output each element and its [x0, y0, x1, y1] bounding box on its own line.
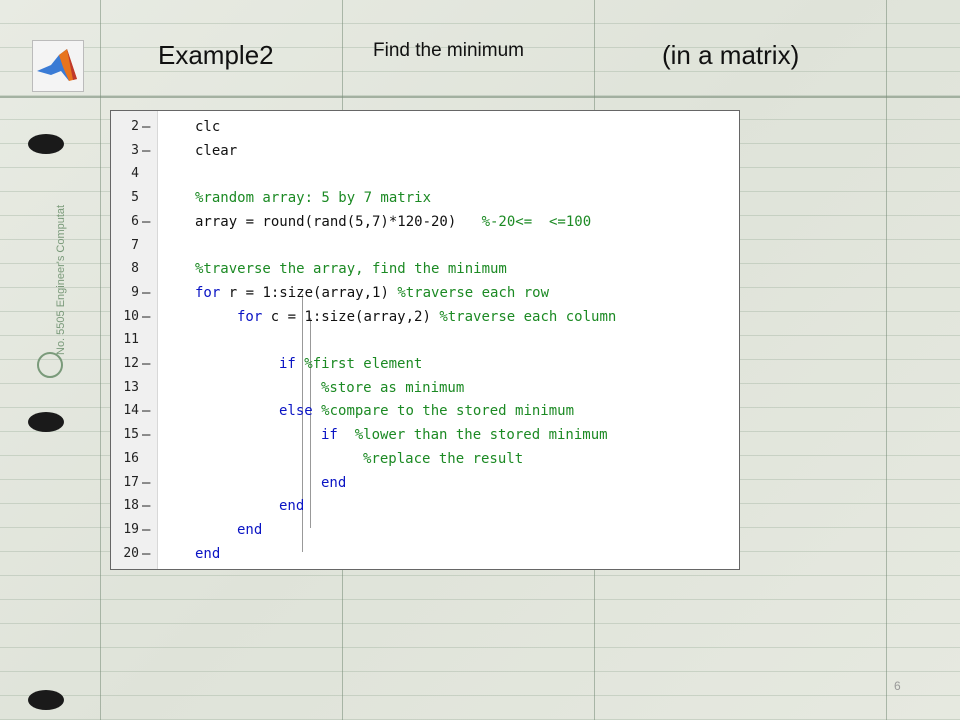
slide-subtitle: Find the minimum — [373, 40, 524, 61]
code-line: 19– end — [111, 518, 739, 542]
pad-brand-stamp: No. 5505 Engineer's Computation Pad — [30, 168, 90, 405]
header-rule — [0, 96, 960, 98]
code-text: if %first element — [279, 356, 423, 372]
code-line: 10– for c = 1:size(array,2) %traverse eac… — [111, 305, 739, 329]
line-number: 13 — [123, 379, 139, 395]
code-text: if %lower than the stored minimum — [321, 427, 608, 444]
line-number: 4 — [131, 166, 139, 182]
line-number: 19 — [123, 521, 139, 537]
line-number: 15 — [123, 427, 139, 443]
code-editor-screenshot: 2– clc 3– clear 4 5 %random array: 5 by 7 matr… — [110, 110, 740, 570]
breakpoint-marker[interactable]: – — [142, 115, 150, 139]
line-number: 5 — [131, 190, 139, 206]
breakpoint-marker[interactable]: – — [142, 352, 150, 376]
page-number: 6 — [894, 679, 901, 693]
margin-line — [100, 0, 101, 720]
breakpoint-marker[interactable]: – — [142, 518, 150, 542]
code-line: 15– if %lower than the stored minimum — [111, 423, 739, 447]
breakpoint-marker[interactable]: – — [142, 471, 150, 495]
line-number: 11 — [123, 332, 139, 348]
code-text: end — [279, 498, 305, 515]
breakpoint-marker[interactable]: – — [142, 542, 150, 566]
code-line: 2– clc — [111, 115, 739, 139]
line-number: 20 — [123, 545, 139, 561]
code-text: end — [321, 474, 347, 491]
code-text: array = round(rand(5,7)*120-20) %-20<= <… — [195, 213, 592, 230]
line-number: 12 — [123, 356, 139, 371]
line-number: 2 — [131, 119, 139, 134]
slide-qualifier: (in a matrix) — [662, 40, 800, 70]
binder-hole — [28, 690, 64, 710]
code-text: %replace the result — [363, 450, 524, 467]
line-number: 3 — [131, 142, 139, 158]
code-line: 13 %store as minimum — [111, 376, 739, 400]
line-number: 10 — [123, 308, 139, 324]
code-line: 7 — [111, 234, 739, 258]
code-line: 9– for r = 1:size(array,1) %traverse each… — [111, 281, 739, 305]
code-line: 20– end — [111, 542, 739, 566]
code-text: %random array: 5 by 7 matrix — [195, 190, 432, 207]
svg-text:No. 5505 Engineer's Computatio: No. 5505 Engineer's Computation Pad — [55, 205, 67, 355]
code-line: 6– array = round(rand(5,7)*120-20) %-20<=… — [111, 210, 739, 234]
binder-hole — [28, 412, 64, 432]
code-text: clear — [195, 142, 238, 159]
code-line: 3– clear — [111, 139, 739, 163]
line-number: 17 — [123, 474, 139, 490]
breakpoint-marker[interactable]: – — [142, 281, 150, 305]
line-number: 14 — [123, 403, 139, 419]
breakpoint-marker[interactable]: – — [142, 210, 150, 234]
code-text: %store as minimum — [321, 379, 465, 396]
breakpoint-marker[interactable]: – — [142, 139, 150, 163]
line-number: 8 — [131, 261, 139, 277]
line-number: 6 — [131, 213, 139, 229]
code-text: clc — [195, 119, 221, 135]
line-number: 7 — [131, 237, 139, 253]
breakpoint-marker[interactable]: – — [142, 399, 150, 423]
code-line: 12– if %first element — [111, 352, 739, 376]
code-text: else %compare to the stored minimum — [279, 403, 575, 420]
line-number: 18 — [123, 498, 139, 514]
breakpoint-marker[interactable]: – — [142, 423, 150, 447]
code-text: end — [195, 545, 221, 562]
line-number: 9 — [131, 284, 139, 300]
code-line: 5 %random array: 5 by 7 matrix — [111, 186, 739, 210]
code-line: 11 — [111, 328, 739, 352]
code-line: 4 — [111, 162, 739, 186]
line-number: 16 — [123, 450, 139, 466]
breakpoint-marker[interactable]: – — [142, 305, 150, 329]
code-line: 14– else %compare to the stored minimum — [111, 399, 739, 423]
matlab-logo — [32, 40, 84, 92]
code-text: %traverse the array, find the minimum — [195, 261, 507, 278]
code-line: 17– end — [111, 471, 739, 495]
slide-title: Example2 — [158, 40, 274, 70]
margin-line — [886, 0, 887, 720]
breakpoint-marker[interactable]: – — [142, 494, 150, 518]
binder-hole — [28, 134, 64, 154]
code-text: for c = 1:size(array,2) %traverse each c… — [237, 308, 617, 325]
code-text: end — [237, 521, 263, 538]
code-line: 18– end — [111, 494, 739, 518]
code-line: 16 %replace the result — [111, 447, 739, 471]
code-text: for r = 1:size(array,1) %traverse each r… — [195, 284, 550, 301]
code-line: 8 %traverse the array, find the minimum — [111, 257, 739, 281]
